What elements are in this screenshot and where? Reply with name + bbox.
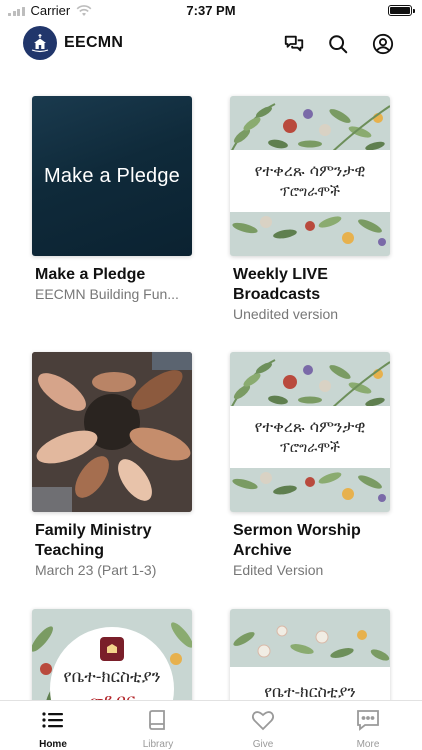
- app-title: EECMN: [64, 34, 124, 51]
- card-sermon-worship-archive[interactable]: የተቀረጹ ሳምንታዊ ፕሮግራሞች Sermon Worship Archiv…: [230, 352, 390, 579]
- floral-thumbnail[interactable]: የተቀረጹ ሳምንታዊ ፕሮግራሞች: [230, 96, 390, 256]
- tab-home[interactable]: Home: [13, 708, 93, 750]
- thumbnail-line2: ፕሮግራሞች: [279, 184, 341, 200]
- card-make-a-pledge[interactable]: Make a Pledge Make a Pledge EECMN Buildi…: [32, 96, 192, 303]
- battery-icon: [388, 5, 415, 16]
- praying-hands-photo[interactable]: [32, 352, 192, 512]
- card-subtitle: Edited Version: [233, 562, 324, 578]
- tab-bar: Home Library Give More: [0, 700, 422, 750]
- card-family-ministry-teaching[interactable]: Family Ministry Teaching March 23 (Part …: [32, 352, 192, 579]
- tab-label: Library: [142, 739, 174, 750]
- store-logo-icon: [100, 637, 124, 661]
- thumbnail-text: Make a Pledge: [43, 164, 181, 187]
- hands-illustration: [32, 352, 192, 512]
- card-title: Sermon Worship Archive: [233, 522, 361, 559]
- search-icon[interactable]: [326, 32, 350, 56]
- pledge-thumbnail[interactable]: Make a Pledge: [32, 96, 192, 256]
- floral-decoration: [230, 359, 390, 411]
- tab-label: Home: [39, 739, 67, 750]
- account-icon[interactable]: [371, 32, 395, 56]
- card-title: Family Ministry Teaching: [35, 522, 152, 559]
- clock: 7:37 PM: [186, 3, 236, 18]
- thumbnail-line1: የቤተ-ክርስቲያን: [63, 667, 161, 687]
- title-band: የተቀረጹ ሳምንታዊ ፕሮግራሞች: [230, 150, 390, 212]
- card-weekly-live-broadcasts[interactable]: የተቀረጹ ሳምንታዊ ፕሮግራሞች Weekly LIVE Broadcast…: [230, 96, 390, 323]
- title-band: የተቀረጹ ሳምንታዊ ፕሮግራሞች: [230, 406, 390, 468]
- thumbnail-line1: የተቀረጹ ሳምንታዊ: [254, 417, 366, 436]
- more-icon: [328, 708, 408, 732]
- card-subtitle: March 23 (Part 1-3): [35, 562, 157, 578]
- status-bar: Carrier 7:37 PM: [0, 0, 422, 22]
- floral-decoration: [232, 472, 386, 502]
- church-logo-icon[interactable]: [23, 26, 57, 60]
- heart-icon: [223, 708, 303, 732]
- card-title: Weekly LIVE Broadcasts: [233, 266, 328, 303]
- floral-decoration: [233, 625, 390, 661]
- tab-give[interactable]: Give: [223, 708, 303, 750]
- card-title: Make a Pledge: [35, 266, 146, 283]
- tab-label: More: [356, 739, 380, 750]
- chat-icon[interactable]: [282, 32, 306, 56]
- card-subtitle: EECMN Building Fun...: [35, 286, 179, 302]
- floral-decoration: [232, 216, 386, 246]
- thumbnail-line2: ፕሮግራሞች: [279, 440, 341, 456]
- tab-library[interactable]: Library: [118, 708, 198, 750]
- floral-thumbnail[interactable]: የተቀረጹ ሳምንታዊ ፕሮግራሞች: [230, 352, 390, 512]
- tab-label: Give: [252, 739, 274, 750]
- thumbnail-line1: የተቀረጹ ሳምንታዊ: [254, 161, 366, 180]
- list-icon: [13, 708, 93, 732]
- book-icon: [118, 708, 198, 732]
- app-header: EECMN: [0, 24, 422, 64]
- card-subtitle: Unedited version: [233, 306, 339, 322]
- floral-decoration: [230, 103, 390, 155]
- tab-more[interactable]: More: [328, 708, 408, 750]
